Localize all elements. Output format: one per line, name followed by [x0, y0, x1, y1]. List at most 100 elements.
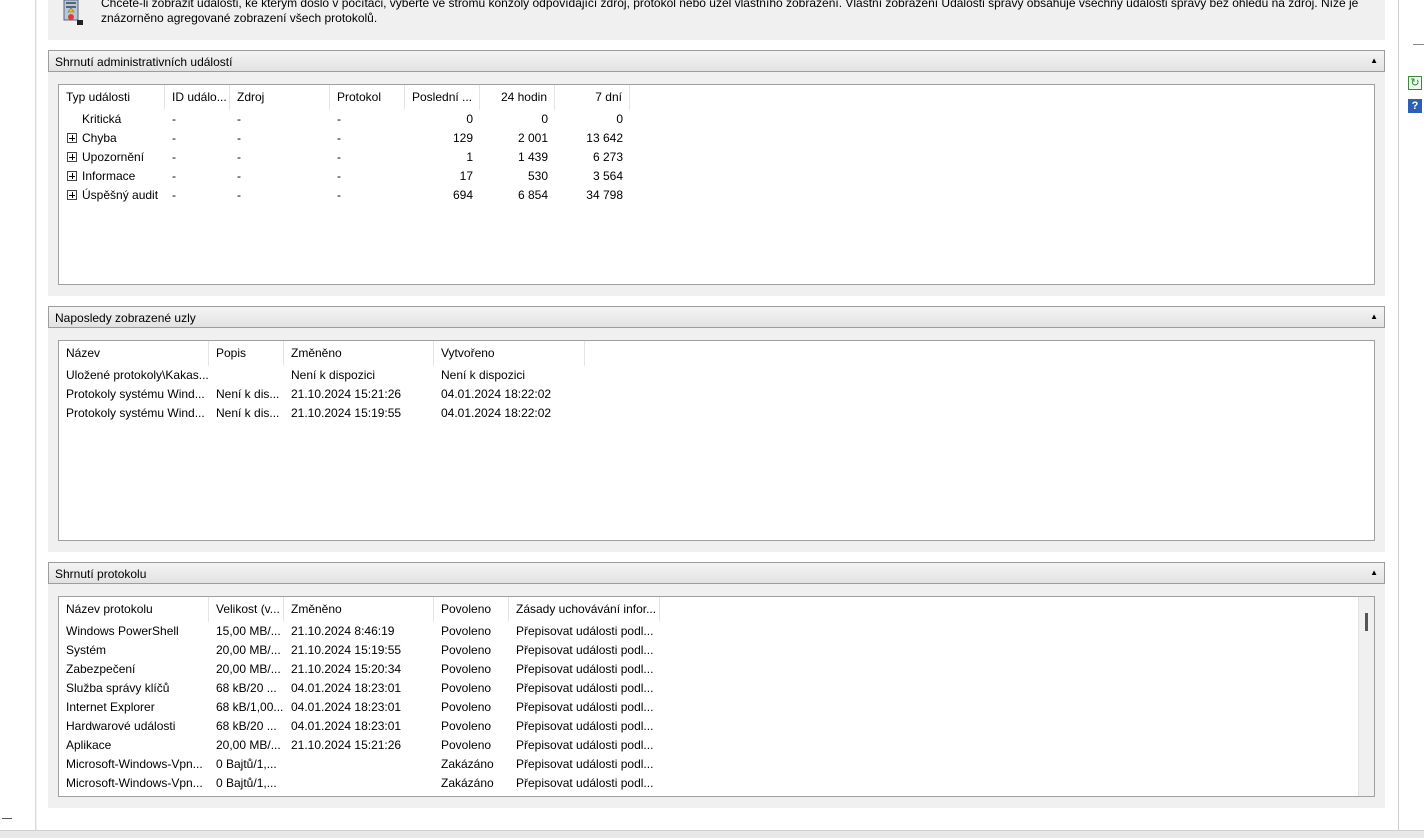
column-header[interactable]: Zdroj	[230, 85, 330, 110]
column-header[interactable]: Typ události	[59, 85, 165, 110]
table-cell: 21.10.2024 15:20:34	[291, 662, 402, 676]
table-row[interactable]: Služba správy klíčů 68 kB/20 ... 04.01.202…	[59, 679, 1374, 698]
table-cell: 04.01.2024 18:23:01	[291, 681, 402, 695]
column-header[interactable]: Zásady uchovávání infor...	[509, 597, 660, 622]
table-cell: -	[337, 150, 341, 164]
event-viewer-icon	[63, 0, 83, 25]
help-icon[interactable]: ?	[1408, 99, 1422, 113]
table-cell: 21.10.2024 15:19:55	[291, 643, 402, 657]
column-header[interactable]: Název	[59, 341, 209, 366]
intro-banner: Chcete-li zobrazit události, ke kterým d…	[48, 0, 1385, 40]
table-row[interactable]: Informace - - - 17 530 3 564	[59, 167, 1374, 186]
column-header[interactable]: Změněno	[284, 597, 434, 622]
admin-summary-header[interactable]: Shrnutí administrativních událostí ▲	[48, 50, 1385, 72]
recent-nodes-table[interactable]: Název Popis Změněno Vytvořeno Uložené pr…	[58, 340, 1375, 541]
table-cell: 0	[616, 112, 623, 126]
refresh-icon[interactable]: ↻	[1408, 76, 1422, 90]
table-row[interactable]: Microsoft-Windows-Vpn... 0 Bajtů/1,... Zak…	[59, 774, 1374, 793]
table-row[interactable]: Internet Explorer 68 kB/1,00... 04.01.2024…	[59, 698, 1374, 717]
table-cell: Microsoft-Windows-Vpn...	[66, 776, 203, 790]
table-cell: 0	[466, 112, 473, 126]
log-summary-title: Shrnutí protokolu	[55, 567, 147, 581]
table-cell: 68 kB/20 ...	[216, 681, 277, 695]
table-cell: Zabezpečení	[66, 662, 136, 676]
table-cell: -	[237, 112, 241, 126]
table-row[interactable]: Upozornění - - - 1 1 439 6 273	[59, 148, 1374, 167]
table-row[interactable]: Systém 20,00 MB/... 21.10.2024 15:19:55 Pov…	[59, 641, 1374, 660]
recent-nodes-section: Naposledy zobrazené uzly ▲ Název Popis Z…	[48, 306, 1385, 552]
table-cell: Zakázáno	[441, 776, 494, 790]
table-cell: Informace	[82, 169, 136, 183]
table-cell: Protokoly systému Wind...	[66, 387, 205, 401]
table-cell: 17	[459, 169, 473, 183]
table-cell: 20,00 MB/...	[216, 662, 281, 676]
table-row[interactable]: Protokoly systému Wind... Není k dis... 21…	[59, 404, 1374, 423]
table-cell: Přepisovat události podl...	[516, 757, 654, 771]
column-header[interactable]: Název protokolu	[59, 597, 209, 622]
table-cell: Upozornění	[82, 150, 145, 164]
table-cell: -	[172, 150, 176, 164]
table-cell: 3 564	[592, 169, 623, 183]
admin-summary-table[interactable]: Typ události ID událo... Zdroj Protokol …	[58, 84, 1375, 285]
column-header[interactable]: Změněno	[284, 341, 434, 366]
column-header[interactable]: Popis	[209, 341, 284, 366]
admin-summary-title: Shrnutí administrativních událostí	[55, 55, 233, 69]
table-cell: -	[172, 169, 176, 183]
table-cell: 530	[527, 169, 548, 183]
column-header[interactable]: 7 dní	[555, 85, 630, 110]
collapse-arrow-icon[interactable]: ▲	[1370, 311, 1378, 323]
table-cell: Microsoft-Windows-Vpn...	[66, 757, 203, 771]
table-cell: Povoleno	[441, 700, 492, 714]
table-cell: 21.10.2024 8:46:19	[291, 624, 395, 638]
table-cell: 2 001	[517, 131, 548, 145]
table-cell: Není k dis...	[216, 387, 280, 401]
intro-text: Chcete-li zobrazit události, ke kterým d…	[101, 0, 1359, 25]
table-row[interactable]: Zabezpečení 20,00 MB/... 21.10.2024 15:20:…	[59, 660, 1374, 679]
column-header[interactable]: Poslední ...	[405, 85, 480, 110]
log-summary-header[interactable]: Shrnutí protokolu ▲	[48, 562, 1385, 584]
table-cell: 04.01.2024 18:23:01	[291, 719, 402, 733]
table-cell: Povoleno	[441, 662, 492, 676]
table-cell: Přepisovat události podl...	[516, 643, 654, 657]
column-header[interactable]: Vytvořeno	[434, 341, 585, 366]
table-cell: Povoleno	[441, 643, 492, 657]
table-row[interactable]: Uložené protokoly\Kakas... Není k dispozi…	[59, 366, 1374, 385]
table-cell: -	[237, 169, 241, 183]
table-row[interactable]: Aplikace 20,00 MB/... 21.10.2024 15:21:26 P…	[59, 736, 1374, 755]
table-row[interactable]: Úspěšný audit - - -694 6 854 34 798	[59, 186, 1374, 205]
column-header[interactable]: Povoleno	[434, 597, 509, 622]
collapse-arrow-icon[interactable]: ▲	[1370, 55, 1378, 67]
table-cell: Povoleno	[441, 681, 492, 695]
table-cell: Přepisovat události podl...	[516, 738, 654, 752]
recent-nodes-header[interactable]: Naposledy zobrazené uzly ▲	[48, 306, 1385, 328]
table-cell: 0	[541, 112, 548, 126]
collapse-arrow-icon[interactable]: ▲	[1370, 567, 1378, 579]
table-cell: 04.01.2024 18:22:02	[441, 406, 552, 420]
table-row[interactable]: Microsoft-Windows-Vpn... 0 Bajtů/1,... Zak…	[59, 755, 1374, 774]
table-cell: Přepisovat události podl...	[516, 681, 654, 695]
vertical-scrollbar[interactable]	[1358, 597, 1374, 796]
table-cell: -	[237, 150, 241, 164]
table-cell: Úspěšný audit	[82, 188, 159, 202]
table-cell	[284, 755, 434, 774]
table-row[interactable]: Hardwarové události 68 kB/20 ... 04.01.202…	[59, 717, 1374, 736]
scrollbar-thumb[interactable]	[1365, 613, 1368, 631]
log-summary-table[interactable]: Název protokolu Velikost (v... Změněno P…	[58, 596, 1375, 797]
admin-summary-section: Shrnutí administrativních událostí ▲ Typ…	[48, 50, 1385, 296]
table-cell: 68 kB/1,00...	[216, 700, 284, 714]
column-header[interactable]: ID událo...	[165, 85, 230, 110]
column-header[interactable]: 24 hodin	[480, 85, 555, 110]
table-cell: Není k dispozici	[291, 368, 376, 382]
column-header[interactable]: Protokol	[330, 85, 405, 110]
table-row[interactable]: Protokoly systému Wind... Není k dis... 21…	[59, 385, 1374, 404]
table-row[interactable]: Chyba - - - 129 2 001 13 642	[59, 129, 1374, 148]
table-cell: Přepisovat události podl...	[516, 624, 654, 638]
table-row[interactable]: Windows PowerShell 15,00 MB/... 21.10.2024…	[59, 622, 1374, 641]
table-cell: Kritická	[82, 112, 122, 126]
log-summary-section: Shrnutí protokolu ▲ Název protokolu Veli…	[48, 562, 1385, 808]
table-cell: Aplikace	[66, 738, 112, 752]
table-cell: -	[337, 169, 341, 183]
column-header[interactable]: Velikost (v...	[209, 597, 284, 622]
table-row[interactable]: Kritická - - - 0 0 0	[59, 110, 1374, 129]
table-cell	[284, 774, 434, 793]
